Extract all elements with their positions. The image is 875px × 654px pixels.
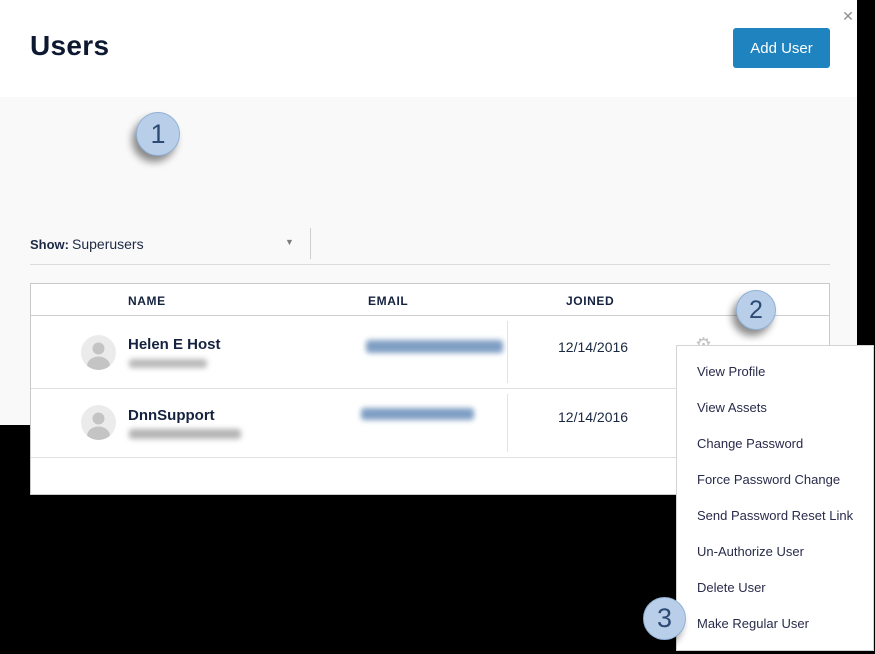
table-header: NAME EMAIL JOINED bbox=[31, 284, 829, 316]
menu-item-change-password[interactable]: Change Password bbox=[677, 426, 873, 462]
menu-item-unauthorize-user[interactable]: Un-Authorize User bbox=[677, 534, 873, 570]
menu-item-send-password-reset-link[interactable]: Send Password Reset Link bbox=[677, 498, 873, 534]
cell-divider bbox=[507, 394, 508, 452]
callout-badge-3: 3 bbox=[643, 597, 686, 640]
menu-item-make-regular-user[interactable]: Make Regular User bbox=[677, 606, 873, 642]
redacted-email-blur bbox=[361, 408, 474, 420]
show-filter-dropdown[interactable]: Superusers ▼ bbox=[72, 223, 302, 261]
joined-date: 12/14/2016 bbox=[558, 339, 629, 355]
modal-header: Users Add User bbox=[0, 0, 857, 97]
filter-divider bbox=[310, 228, 311, 259]
user-actions-menu: View Profile View Assets Change Password… bbox=[676, 345, 874, 651]
avatar bbox=[81, 405, 116, 440]
menu-item-delete-user[interactable]: Delete User bbox=[677, 570, 873, 606]
callout-badge-2: 2 bbox=[736, 290, 776, 330]
redacted-username-blur bbox=[129, 429, 241, 439]
redacted-username-blur bbox=[129, 359, 207, 368]
column-header-email: EMAIL bbox=[368, 294, 409, 308]
user-display-name: Helen E Host bbox=[128, 336, 221, 353]
avatar bbox=[81, 335, 116, 370]
menu-item-view-assets[interactable]: View Assets bbox=[677, 390, 873, 426]
joined-date: 12/14/2016 bbox=[558, 409, 629, 425]
menu-item-force-password-change[interactable]: Force Password Change bbox=[677, 462, 873, 498]
close-icon[interactable]: ✕ bbox=[836, 4, 860, 28]
column-header-name: NAME bbox=[128, 294, 166, 308]
show-filter-value: Superusers bbox=[72, 236, 144, 252]
redacted-email-blur bbox=[366, 340, 503, 353]
column-header-joined: JOINED bbox=[566, 294, 615, 308]
filter-rule bbox=[30, 264, 830, 265]
users-modal: Users Add User ✕ Show: Superusers ▼ NAME… bbox=[0, 0, 875, 654]
show-label: Show: bbox=[30, 237, 69, 252]
page-title: Users bbox=[30, 30, 110, 61]
cell-divider bbox=[507, 321, 508, 383]
menu-item-view-profile[interactable]: View Profile bbox=[677, 354, 873, 390]
chevron-down-icon: ▼ bbox=[285, 237, 294, 247]
add-user-button[interactable]: Add User bbox=[733, 28, 830, 68]
user-display-name: DnnSupport bbox=[128, 407, 215, 424]
callout-badge-1: 1 bbox=[136, 112, 180, 156]
